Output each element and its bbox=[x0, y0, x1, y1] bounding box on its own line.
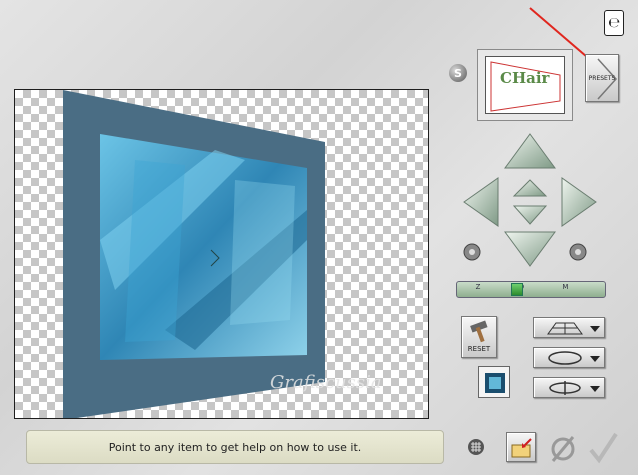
grid-style-dropdown[interactable] bbox=[533, 317, 605, 338]
rotate-ring-icon bbox=[548, 351, 582, 365]
reset-button[interactable]: RESET bbox=[461, 316, 497, 358]
check-icon bbox=[589, 432, 618, 464]
help-text: Point to any item to get help on how to … bbox=[108, 440, 362, 454]
presets-label: PRESETS bbox=[588, 75, 616, 82]
move-right-button[interactable] bbox=[561, 177, 597, 227]
rotate-left-icon[interactable] bbox=[463, 243, 481, 261]
zoom-label: Z O M bbox=[475, 283, 587, 291]
grid-toggle-icon[interactable] bbox=[467, 438, 485, 456]
chevron-down-icon bbox=[590, 386, 600, 392]
style-button[interactable]: S bbox=[449, 64, 467, 82]
preview-image: Grafiscussia bbox=[63, 90, 382, 418]
cancel-icon bbox=[551, 436, 575, 462]
zoom-slider[interactable]: Z O M bbox=[456, 281, 606, 298]
preview-canvas[interactable]: Grafiscussia bbox=[14, 89, 429, 419]
move-down-button[interactable] bbox=[504, 231, 556, 267]
folder-icon bbox=[511, 438, 532, 458]
hammer-icon bbox=[470, 320, 488, 343]
thumbnail-image: CHair bbox=[485, 56, 565, 114]
image-icon bbox=[485, 373, 505, 393]
move-left-button[interactable] bbox=[463, 177, 499, 227]
preview-mode-button[interactable] bbox=[478, 366, 510, 398]
chevron-down-icon bbox=[590, 326, 600, 332]
flip-dropdown[interactable] bbox=[533, 377, 605, 398]
scale-down-button[interactable] bbox=[512, 205, 548, 225]
preset-thumbnail[interactable]: CHair bbox=[477, 49, 573, 121]
ok-button[interactable] bbox=[588, 432, 618, 464]
open-folder-button[interactable] bbox=[506, 432, 536, 462]
rotation-dropdown[interactable] bbox=[533, 347, 605, 368]
cancel-button[interactable] bbox=[548, 432, 578, 464]
watermark-text: Grafiscussia bbox=[270, 372, 382, 393]
flip-icon bbox=[549, 381, 581, 395]
arrow-pad bbox=[463, 133, 597, 267]
zoom-slider-thumb[interactable] bbox=[511, 283, 523, 296]
scale-up-button[interactable] bbox=[512, 179, 548, 197]
presets-button[interactable]: PRESETS bbox=[585, 54, 619, 102]
grid-plane-icon bbox=[547, 322, 583, 335]
help-bar: Point to any item to get help on how to … bbox=[26, 430, 444, 464]
rotate-right-icon[interactable] bbox=[569, 243, 587, 261]
thumbnail-text: CHair bbox=[500, 69, 550, 87]
reset-label: RESET bbox=[467, 345, 491, 353]
chevron-down-icon bbox=[590, 356, 600, 362]
move-up-button[interactable] bbox=[504, 133, 556, 169]
